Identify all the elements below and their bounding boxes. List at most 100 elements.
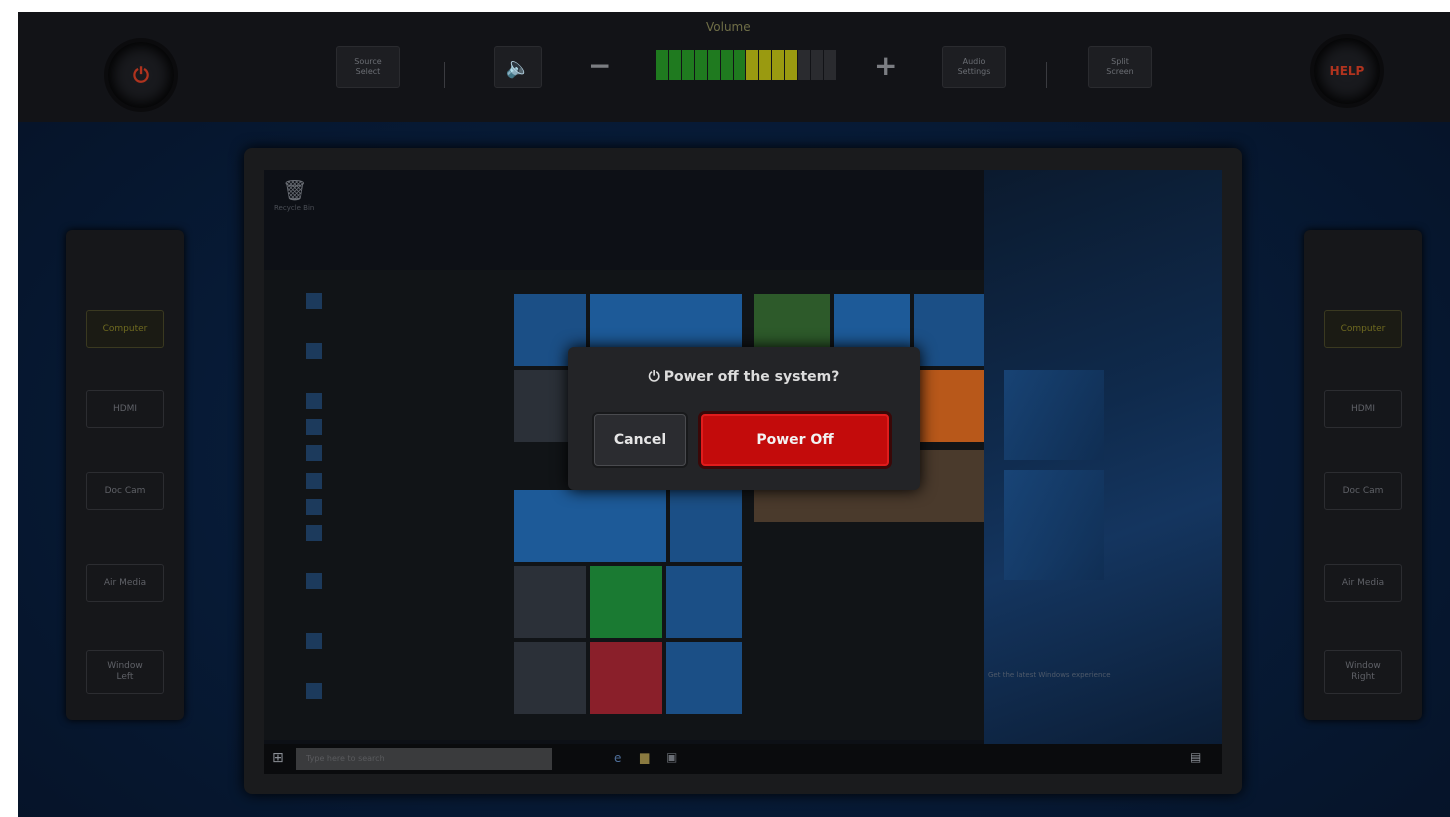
- button-label: HDMI: [1350, 403, 1376, 414]
- app-icon: [306, 573, 322, 589]
- wallpaper-pane: [1004, 470, 1104, 580]
- dialog-title: ⏻ Power off the system?: [568, 369, 920, 385]
- app-icon: [306, 293, 322, 309]
- list-item[interactable]: [306, 290, 322, 312]
- volume-segment: [733, 50, 746, 80]
- left-window-button[interactable]: Window Left: [86, 650, 164, 694]
- power-off-button[interactable]: Power Off: [701, 414, 889, 466]
- list-item[interactable]: [306, 416, 322, 438]
- volume-segment: [811, 50, 823, 80]
- divider: [444, 62, 445, 88]
- wallpaper-pane: [1004, 370, 1104, 460]
- app-tile[interactable]: [670, 490, 742, 562]
- left-air-media-button[interactable]: Air Media: [86, 564, 164, 602]
- cancel-button[interactable]: Cancel: [594, 414, 686, 466]
- source-select-button[interactable]: Source Select: [336, 46, 400, 88]
- volume-meter[interactable]: [656, 50, 836, 80]
- button-label: Window Right: [1345, 661, 1381, 682]
- right-computer-button[interactable]: Computer: [1324, 310, 1402, 348]
- app-tile[interactable]: [514, 490, 666, 562]
- audio-settings-button[interactable]: Audio Settings: [942, 46, 1006, 88]
- app-tile[interactable]: [590, 566, 662, 638]
- app-tile[interactable]: [514, 642, 586, 714]
- list-item[interactable]: [306, 630, 322, 652]
- list-item[interactable]: [306, 390, 322, 412]
- power-off-dialog: ⏻ Power off the system? Cancel Power Off: [568, 347, 920, 490]
- app-icon: [306, 419, 322, 435]
- app-tile[interactable]: [590, 642, 662, 714]
- dialog-title-text: Power off the system?: [663, 369, 840, 385]
- search-placeholder: Type here to search: [306, 754, 385, 763]
- minus-icon: −: [588, 49, 612, 82]
- volume-segment: [694, 50, 707, 80]
- button-label: Doc Cam: [1342, 485, 1384, 496]
- recycle-bin-label: Recycle Bin: [274, 204, 315, 212]
- volume-label: Volume: [706, 20, 751, 34]
- desktop-wallpaper: [984, 170, 1222, 774]
- power-button[interactable]: ⏻: [108, 42, 174, 108]
- app-tile[interactable]: [666, 642, 742, 714]
- volume-segment: [720, 50, 733, 80]
- help-button[interactable]: HELP: [1314, 38, 1380, 104]
- divider: [1046, 62, 1047, 88]
- folder-icon[interactable]: ▆: [640, 750, 649, 764]
- app-icon: [306, 473, 322, 489]
- volume-segment: [759, 50, 772, 80]
- power-off-label: Power Off: [756, 432, 834, 448]
- list-item[interactable]: [306, 680, 322, 702]
- app-icon: [306, 633, 322, 649]
- taskbar: ⊞ Type here to search e ▆ ▣ ▤: [264, 744, 1222, 774]
- volume-up-button[interactable]: +: [874, 52, 897, 80]
- button-label: Air Media: [1341, 577, 1385, 588]
- right-source-panel: Computer HDMI Doc Cam Air Media Window R…: [1304, 230, 1422, 720]
- left-doc-cam-button[interactable]: Doc Cam: [86, 472, 164, 510]
- list-item[interactable]: [306, 340, 322, 362]
- notification-icon[interactable]: ▤: [1190, 750, 1201, 764]
- list-item[interactable]: [306, 496, 322, 518]
- av-control-panel: ⏻ Source Select 🔈 − Volume + Audio Setti…: [18, 12, 1450, 817]
- volume-segment: [772, 50, 785, 80]
- volume-segment: [798, 50, 811, 80]
- button-label: HDMI: [112, 403, 138, 414]
- list-item[interactable]: [306, 522, 322, 544]
- list-item[interactable]: [306, 470, 322, 492]
- right-air-media-button[interactable]: Air Media: [1324, 564, 1402, 602]
- mute-button[interactable]: 🔈: [494, 46, 542, 88]
- app-tile[interactable]: [666, 566, 742, 638]
- split-screen-label: Split Screen: [1106, 57, 1134, 76]
- app-tile[interactable]: [914, 370, 984, 442]
- plus-icon: +: [874, 49, 898, 82]
- cancel-label: Cancel: [613, 432, 667, 448]
- button-label: Window Left: [107, 661, 143, 682]
- app-tile[interactable]: [914, 294, 984, 366]
- recycle-bin-icon[interactable]: 🗑: [282, 178, 307, 202]
- button-label: Doc Cam: [104, 485, 146, 496]
- left-hdmi-button[interactable]: HDMI: [86, 390, 164, 428]
- button-label: Air Media: [103, 577, 147, 588]
- app-icon: [306, 499, 322, 515]
- top-bar: ⏻ Source Select 🔈 − Volume + Audio Setti…: [18, 12, 1450, 122]
- power-icon: ⏻: [133, 63, 149, 87]
- volume-segment: [668, 50, 681, 80]
- news-notification[interactable]: Get the latest Windows experience: [988, 670, 1208, 680]
- app-icon: [306, 683, 322, 699]
- audio-settings-label: Audio Settings: [957, 57, 991, 76]
- app-tile[interactable]: [514, 566, 586, 638]
- volume-down-button[interactable]: −: [588, 52, 611, 80]
- start-menu: [264, 270, 984, 740]
- right-hdmi-button[interactable]: HDMI: [1324, 390, 1402, 428]
- volume-segment: [785, 50, 798, 80]
- source-select-label: Source Select: [354, 57, 382, 76]
- right-doc-cam-button[interactable]: Doc Cam: [1324, 472, 1402, 510]
- list-item[interactable]: [306, 570, 322, 592]
- right-window-button[interactable]: Window Right: [1324, 650, 1402, 694]
- app-icon: [306, 525, 322, 541]
- left-computer-button[interactable]: Computer: [86, 310, 164, 348]
- split-screen-button[interactable]: Split Screen: [1088, 46, 1152, 88]
- windows-start-icon[interactable]: ⊞: [272, 750, 284, 766]
- taskbar-search-input[interactable]: Type here to search: [296, 748, 552, 770]
- app-icon: [306, 445, 322, 461]
- store-icon[interactable]: ▣: [666, 750, 677, 764]
- edge-icon[interactable]: e: [614, 751, 621, 765]
- list-item[interactable]: [306, 442, 322, 464]
